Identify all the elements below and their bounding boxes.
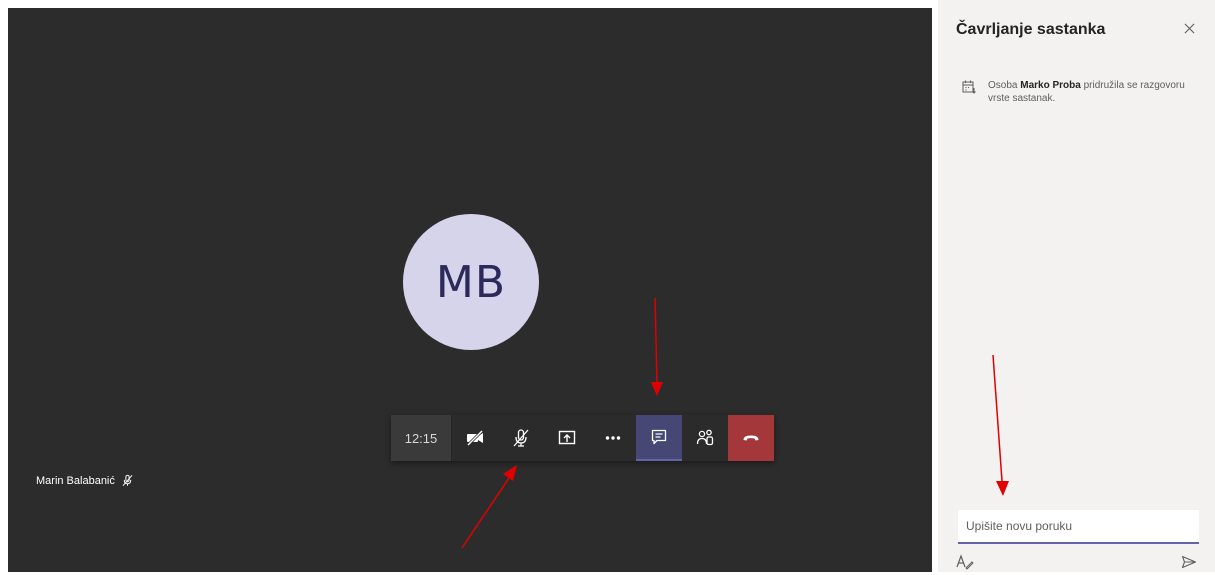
- call-controls-bar: 12:15: [391, 415, 774, 461]
- participant-label: Marin Balabanić: [36, 474, 134, 487]
- event-person: Marko Proba: [1020, 80, 1081, 91]
- show-chat-button[interactable]: [636, 415, 682, 461]
- send-button[interactable]: [1181, 555, 1197, 569]
- event-suffix: pridružila se razgovoru vrste sastanak.: [988, 80, 1185, 104]
- avatar-initials: MB: [435, 256, 507, 308]
- event-prefix: Osoba: [988, 80, 1018, 91]
- message-input[interactable]: [958, 510, 1199, 542]
- participant-name: Marin Balabanić: [36, 474, 115, 487]
- show-participants-button[interactable]: [682, 415, 728, 461]
- send-icon: [1181, 555, 1197, 569]
- people-icon: [696, 429, 714, 446]
- mic-toggle-button[interactable]: [498, 415, 544, 461]
- calendar-join-icon: [962, 80, 976, 94]
- close-icon: [1184, 23, 1194, 33]
- call-timer: 12:15: [391, 415, 452, 461]
- mic-off-icon: [513, 429, 529, 447]
- video-off-icon: [466, 429, 484, 447]
- panel-title: Čavrljanje sastanka: [956, 21, 1106, 38]
- avatar: MB: [403, 214, 539, 350]
- more-actions-button[interactable]: [590, 415, 636, 461]
- close-panel-button[interactable]: [1179, 18, 1199, 38]
- chat-icon: [651, 429, 667, 445]
- compose-box: [958, 510, 1199, 544]
- hangup-icon: [743, 435, 759, 441]
- chat-event: Osoba Marko Proba pridružila se razgovor…: [962, 79, 1192, 105]
- share-screen-icon: [558, 430, 576, 445]
- camera-toggle-button[interactable]: [452, 415, 498, 461]
- format-button[interactable]: [956, 554, 974, 570]
- chat-event-text: Osoba Marko Proba pridružila se razgovor…: [988, 79, 1192, 105]
- video-stage: MB 12:15 Marin Balabanić: [8, 8, 932, 572]
- more-icon: [605, 436, 621, 440]
- format-text-icon: [956, 554, 974, 570]
- mic-off-icon: [122, 474, 133, 487]
- share-screen-button[interactable]: [544, 415, 590, 461]
- meeting-chat-panel: Čavrljanje sastanka Osoba Marko Proba pr…: [938, 0, 1215, 572]
- hang-up-button[interactable]: [728, 415, 774, 461]
